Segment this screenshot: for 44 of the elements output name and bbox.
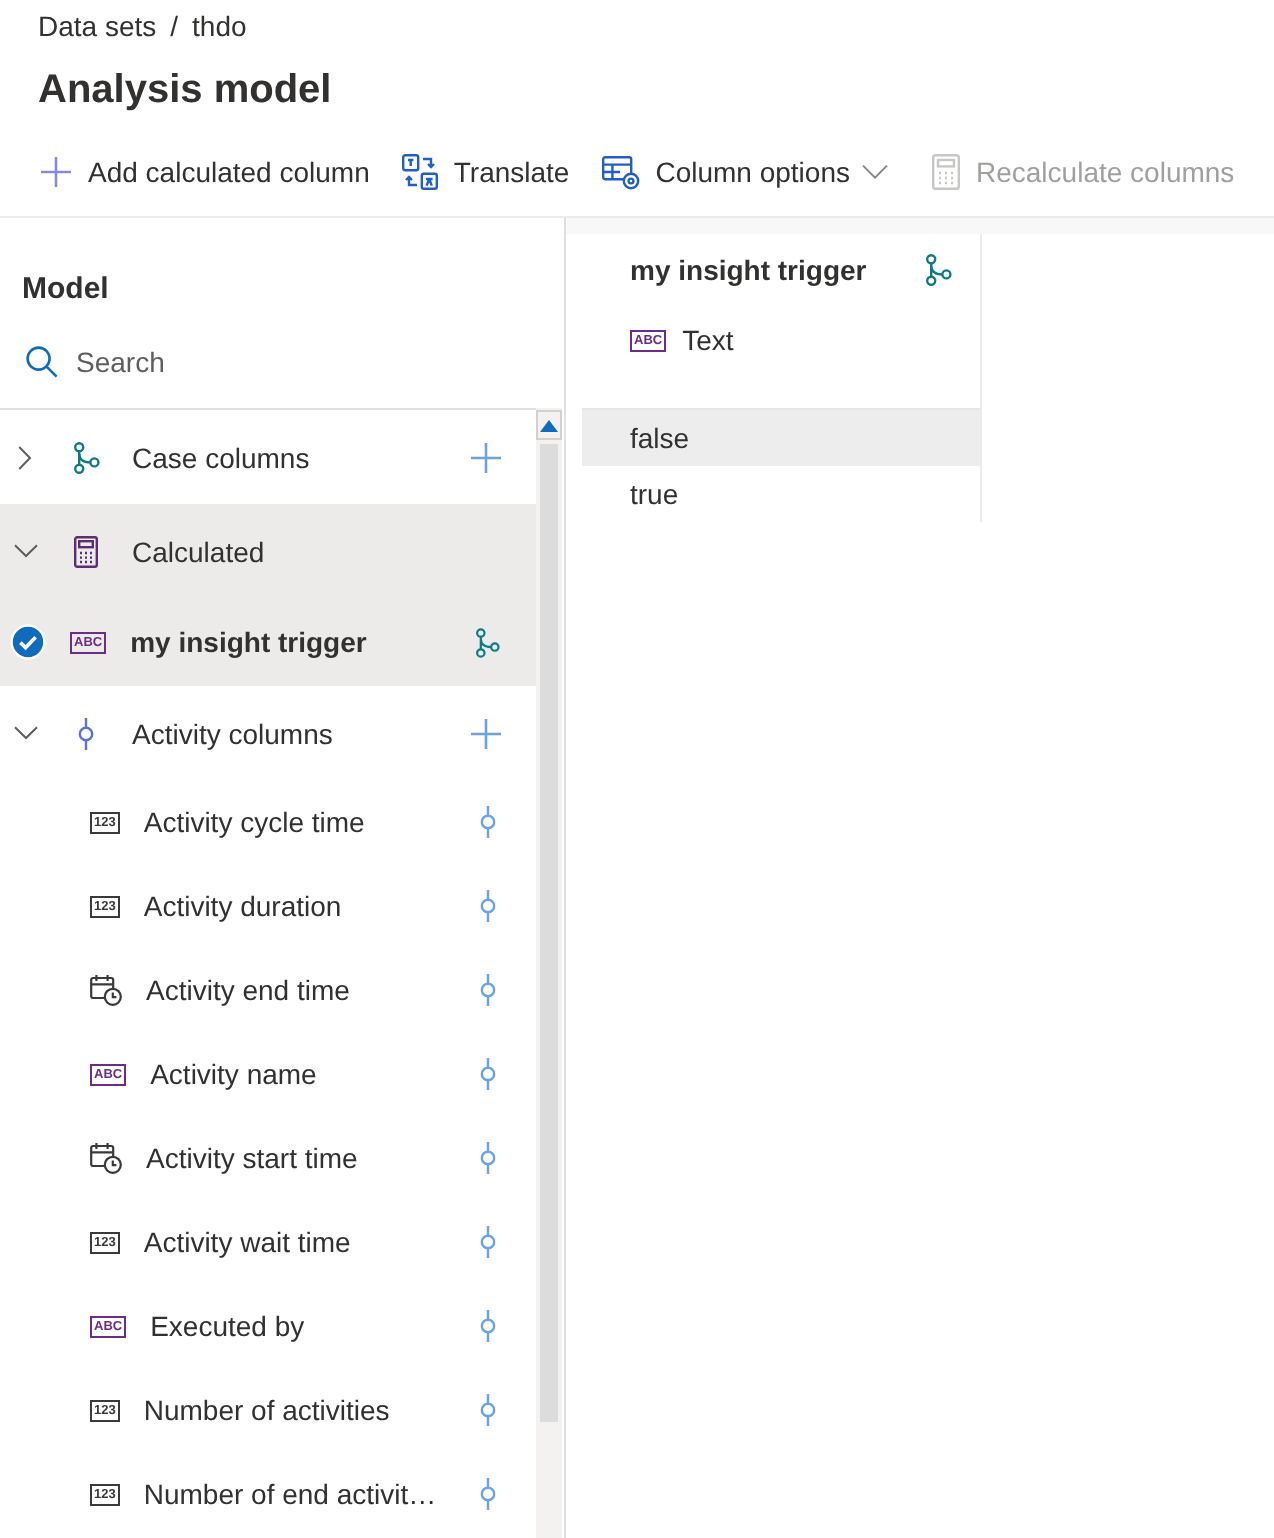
tree-item-label: my insight trigger	[130, 626, 367, 658]
tree-item[interactable]: Calculated	[0, 504, 536, 598]
breadcrumb-separator: /	[170, 10, 179, 42]
column-type-label: Text	[682, 324, 734, 356]
tree-item-label: Activity name	[150, 1058, 317, 1090]
toolbar-button[interactable]: Column options	[589, 140, 912, 204]
translate-icon	[401, 154, 438, 190]
calculator-icon	[932, 154, 960, 190]
calendar-clock-icon	[90, 974, 122, 1006]
breadcrumb-link[interactable]: thdo	[192, 10, 247, 42]
search-icon	[26, 346, 58, 378]
tree-item-label: Activity start time	[146, 1142, 358, 1174]
tree-item-label: Activity columns	[132, 717, 333, 749]
arrow-up-icon	[540, 419, 558, 431]
tree-item-label: Activity end time	[146, 974, 350, 1006]
plus-icon	[40, 156, 72, 188]
breadcrumb-link[interactable]: Data sets	[38, 10, 157, 42]
node-line-icon	[78, 717, 94, 749]
plus-icon	[470, 717, 502, 749]
search-field[interactable]: Search	[76, 338, 476, 386]
tree-item-label: Number of end activit…	[143, 1478, 437, 1510]
calculator-icon	[74, 535, 98, 567]
column-title: my insight trigger	[630, 254, 867, 286]
scroll-up-button[interactable]	[536, 410, 562, 440]
add-button[interactable]	[470, 717, 502, 749]
branch-icon	[73, 441, 99, 473]
check-circle-icon	[10, 624, 46, 660]
value-item[interactable]: false	[582, 410, 980, 466]
add-button[interactable]	[470, 441, 502, 473]
calendar-clock-icon	[90, 1142, 122, 1174]
tree-item-label: Activity duration	[143, 890, 342, 922]
tree-item-label: Activity wait time	[143, 1226, 351, 1258]
tree-item-label: Number of activities	[143, 1394, 390, 1426]
tree-item-label: Case columns	[132, 441, 310, 473]
tree-item-label: Activity cycle time	[143, 806, 365, 838]
scrollbar[interactable]	[536, 408, 562, 1538]
tree-item-label: Executed by	[150, 1310, 305, 1342]
page-title: Analysis model	[38, 66, 332, 116]
table-gear-icon	[601, 155, 640, 189]
plus-icon	[470, 441, 502, 473]
tree-item-label: Calculated	[132, 535, 265, 567]
toolbar-button[interactable]: Translate	[389, 140, 582, 204]
panel-title: Model	[22, 270, 109, 310]
toolbar-button[interactable]: Add calculated column	[28, 140, 382, 204]
